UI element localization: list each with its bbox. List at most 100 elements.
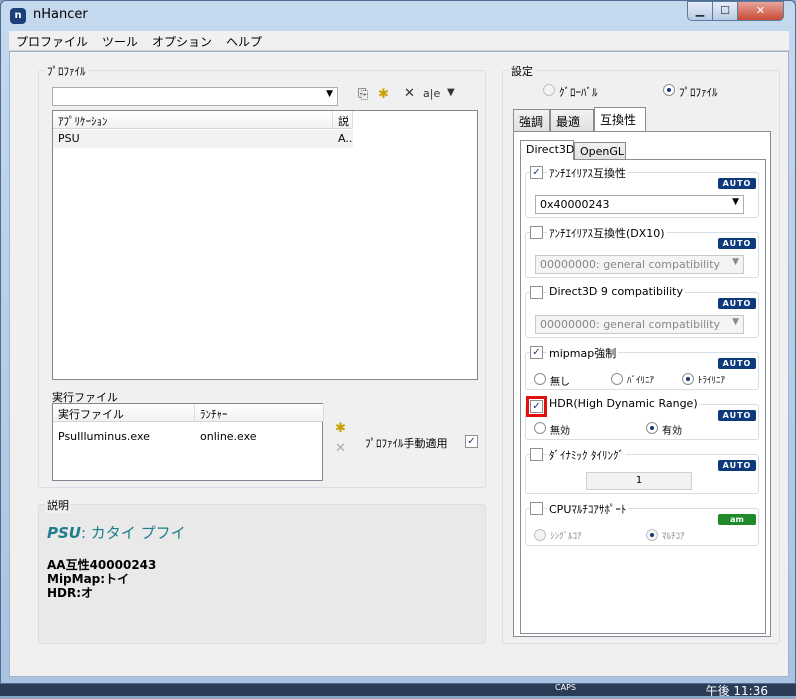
menu-help[interactable]: ヘルプ xyxy=(219,31,269,52)
aa-dx10-value: 00000000: general compatibility xyxy=(540,258,721,271)
mipmap-bilinear-label: ﾊﾞｲﾘﾆｱ xyxy=(627,376,655,386)
minimize-button[interactable]: ▁ xyxy=(687,1,713,21)
settings-tabs: 強調 最適化 互換性 xyxy=(513,107,773,146)
mipmap-checkbox[interactable]: ✓ xyxy=(530,346,543,359)
close-button[interactable]: ✕ xyxy=(737,1,784,21)
direct3d-panel: ✓ ｱﾝﾁｴｲﾘｱｽ互換性 AUTO 0x40000243 ▼ ｱﾝﾁｴｲﾘｱｽ互… xyxy=(520,159,766,634)
taskbar: CAPS 午後 11:36 xyxy=(0,682,796,699)
column-header-description[interactable]: 説 xyxy=(333,111,353,129)
hdr-off-radio[interactable] xyxy=(534,422,546,434)
description-legend: 説明 xyxy=(45,497,71,513)
subtab-direct3d[interactable]: Direct3D xyxy=(520,140,574,160)
aa-dx10-auto-badge[interactable]: AUTO xyxy=(718,238,756,249)
cpu-label: CPUﾏﾙﾁｺｱｻﾎﾟｰﾄ xyxy=(547,501,629,517)
add-exec-icon[interactable]: ✱ xyxy=(335,421,346,436)
aa-dx10-label: ｱﾝﾁｴｲﾘｱｽ互換性(DX10) xyxy=(547,225,667,241)
hdr-on-radio[interactable] xyxy=(646,422,658,434)
exec-launcher[interactable]: online.exe xyxy=(195,429,262,444)
tiling-checkbox[interactable] xyxy=(530,448,543,461)
cpu-multi-radio[interactable] xyxy=(646,529,658,541)
aa-dx10-combo[interactable]: 00000000: general compatibility ▼ xyxy=(535,255,744,274)
chevron-down-icon: ▼ xyxy=(326,89,333,99)
tab-compatibility[interactable]: 互換性 xyxy=(594,107,646,131)
main-window: n nHancer ▁ ☐ ✕ プロファイル ツール オプション ヘルプ ﾌﾟﾛﾌｧｲ… xyxy=(0,0,796,684)
d3d9-label: Direct3D 9 compatibility xyxy=(547,285,685,298)
description-heading: PSU: カタイ プフイ xyxy=(47,522,186,543)
delete-profile-icon[interactable]: ✕ xyxy=(404,86,415,101)
description-line-mipmap: MipMap:トイ xyxy=(47,572,130,586)
description-game: PSU xyxy=(47,524,81,542)
menu-profile[interactable]: プロファイル xyxy=(9,31,95,52)
cpu-multi-label: ﾏﾙﾁｺｱ xyxy=(662,532,685,542)
tiling-auto-badge[interactable]: AUTO xyxy=(718,460,756,471)
tab-emphasis[interactable]: 強調 xyxy=(513,109,550,131)
rename-profile-icon[interactable]: a|e xyxy=(423,87,440,100)
d3d9-combo[interactable]: 00000000: general compatibility ▼ xyxy=(535,315,744,334)
auto-apply-checkbox[interactable]: ✓ xyxy=(465,435,478,448)
d3d9-group: Direct3D 9 compatibility AUTO 00000000: … xyxy=(525,285,759,338)
description-line-hdr: HDR:オ xyxy=(47,586,94,600)
mipmap-label: mipmap強制 xyxy=(547,345,619,361)
hdr-auto-badge[interactable]: AUTO xyxy=(718,410,756,421)
tiling-value-field[interactable]: 1 xyxy=(586,472,692,490)
row-app: PSU xyxy=(58,132,80,145)
global-label: ｸﾞﾛｰﾊﾞﾙ xyxy=(559,86,598,99)
table-row[interactable]: PSU A.. xyxy=(53,130,353,148)
row-desc: A.. xyxy=(338,132,353,145)
mipmap-none-radio[interactable] xyxy=(534,373,546,385)
profile-group: ﾌﾟﾛﾌｧｲﾙ ▼ ⎘ ✱ ✕ a|e ▼ ｱﾌﾟﾘｹｰｼｮﾝ 説 PSU A.… xyxy=(38,63,486,488)
settings-group: 設定 ｸﾞﾛｰﾊﾞﾙ ﾌﾟﾛﾌｧｲﾙ 強調 最適化 互換性 Direct3D O… xyxy=(502,63,780,644)
aa-compat-combo[interactable]: 0x40000243 ▼ xyxy=(535,195,744,214)
exec-list[interactable]: 実行ファイル ﾗﾝﾁｬｰ PsuIlluminus.exe online.exe xyxy=(52,403,324,481)
client-area: ﾌﾟﾛﾌｧｲﾙ ▼ ⎘ ✱ ✕ a|e ▼ ｱﾌﾟﾘｹｰｼｮﾝ 説 PSU A.… xyxy=(9,51,789,677)
description-group: 説明 PSU: カタイ プフイ AA互性40000243 MipMap:トイ H… xyxy=(38,497,486,644)
subtab-opengl[interactable]: OpenGL xyxy=(574,142,626,160)
profile-list[interactable]: ｱﾌﾟﾘｹｰｼｮﾝ 説 PSU A.. xyxy=(52,110,478,380)
global-radio[interactable] xyxy=(543,84,555,96)
hdr-label: HDR(High Dynamic Range) xyxy=(547,397,700,410)
menu-tools[interactable]: ツール xyxy=(95,31,145,52)
cpu-single-radio[interactable] xyxy=(534,529,546,541)
new-profile-icon[interactable]: ✱ xyxy=(378,87,389,102)
cpu-checkbox[interactable] xyxy=(530,502,543,515)
d3d9-checkbox[interactable] xyxy=(530,286,543,299)
description-heading-rest: : カタイ プフイ xyxy=(80,524,186,542)
menu-bar: プロファイル ツール オプション ヘルプ xyxy=(9,31,789,51)
filter-icon[interactable]: ▼ xyxy=(447,87,455,98)
remove-exec-icon[interactable]: ✕ xyxy=(335,441,346,456)
cpu-single-label: ｼﾝｸﾞﾙｺｱ xyxy=(550,532,582,542)
chevron-down-icon: ▼ xyxy=(732,257,739,267)
compatibility-panel: Direct3D OpenGL ✓ ｱﾝﾁｴｲﾘｱｽ互換性 AUTO 0x400… xyxy=(513,131,771,637)
copy-profile-icon[interactable]: ⎘ xyxy=(358,87,368,102)
maximize-button[interactable]: ☐ xyxy=(712,1,738,21)
d3d9-value: 00000000: general compatibility xyxy=(540,318,721,331)
cpu-group: CPUﾏﾙﾁｺｱｻﾎﾟｰﾄ am ｼﾝｸﾞﾙｺｱ ﾏﾙﾁｺｱ xyxy=(525,501,759,546)
app-icon: n xyxy=(10,8,26,24)
mipmap-none-label: 無し xyxy=(550,377,570,388)
aa-dx10-checkbox[interactable] xyxy=(530,226,543,239)
chevron-down-icon: ▼ xyxy=(732,317,739,327)
profile-label: ﾌﾟﾛﾌｧｲﾙ xyxy=(679,86,718,99)
column-header-exec-file[interactable]: 実行ファイル xyxy=(53,404,195,422)
chevron-down-icon: ▼ xyxy=(732,197,739,207)
tiling-group: ﾀﾞｲﾅﾐｯｸ ﾀｲﾘﾝｸﾞ AUTO 1 xyxy=(525,447,759,494)
mipmap-bilinear-radio[interactable] xyxy=(611,373,623,385)
menu-options[interactable]: オプション xyxy=(145,31,219,52)
aa-compat-auto-badge[interactable]: AUTO xyxy=(718,178,756,189)
aa-compat-checkbox[interactable]: ✓ xyxy=(530,166,543,179)
mipmap-trilinear-radio[interactable] xyxy=(682,373,694,385)
profile-combo[interactable]: ▼ xyxy=(52,87,338,106)
mipmap-auto-badge[interactable]: AUTO xyxy=(718,358,756,369)
profile-radio[interactable] xyxy=(663,84,675,96)
hdr-checkbox[interactable]: ✓ xyxy=(526,396,547,417)
tab-optimize[interactable]: 最適化 xyxy=(550,109,594,146)
description-line-aa: AA互性40000243 xyxy=(47,558,157,572)
exec-file[interactable]: PsuIlluminus.exe xyxy=(53,429,155,444)
title-bar[interactable]: n nHancer ▁ ☐ ✕ xyxy=(1,1,795,31)
column-header-application[interactable]: ｱﾌﾟﾘｹｰｼｮﾝ xyxy=(53,111,333,129)
taskbar-clock[interactable]: 午後 11:36 xyxy=(706,682,768,699)
aa-compat-label: ｱﾝﾁｴｲﾘｱｽ互換性 xyxy=(547,165,628,181)
cpu-am-badge[interactable]: am xyxy=(718,514,756,525)
d3d9-auto-badge[interactable]: AUTO xyxy=(718,298,756,309)
column-header-launcher[interactable]: ﾗﾝﾁｬｰ xyxy=(195,404,324,422)
